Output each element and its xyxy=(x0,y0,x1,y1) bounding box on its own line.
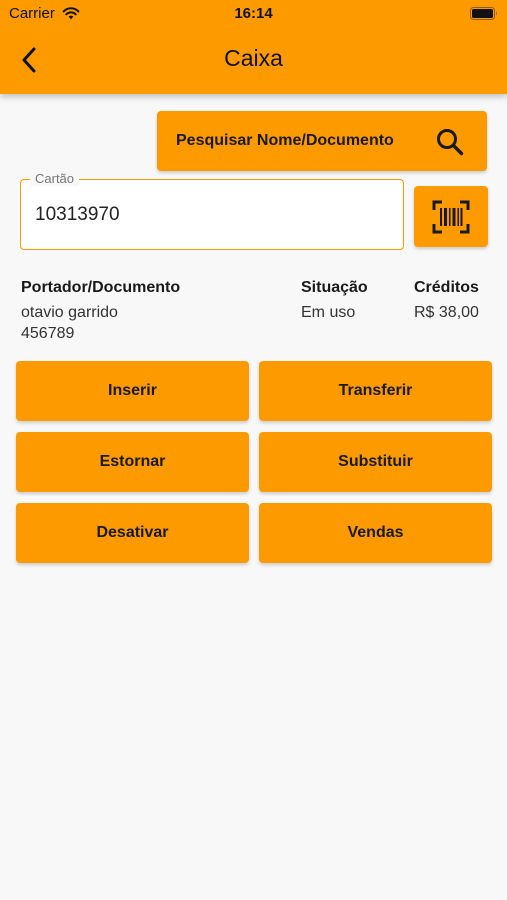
sales-button[interactable]: Vendas xyxy=(259,503,492,563)
status-heading: Situação xyxy=(301,279,368,296)
transfer-button[interactable]: Transferir xyxy=(259,361,492,421)
insert-button[interactable]: Inserir xyxy=(16,361,249,421)
battery-icon xyxy=(470,7,498,25)
holder-heading: Portador/Documento xyxy=(21,279,181,296)
holder-document: 456789 xyxy=(21,325,75,342)
deactivate-button[interactable]: Desativar xyxy=(16,503,249,563)
credits-heading: Créditos xyxy=(414,279,479,296)
page-title: Caixa xyxy=(224,45,283,71)
status-bar: Carrier 16:14 xyxy=(0,0,507,28)
credits-value: R$ 38,00 xyxy=(414,304,479,321)
screen: Carrier 16:14 Caixa Pesquisar Nome/Docum… xyxy=(0,0,507,900)
card-number-field[interactable]: Cartão xyxy=(20,171,404,250)
search-icon xyxy=(435,127,465,162)
holder-name: otavio garrido xyxy=(21,304,118,321)
card-number-input[interactable] xyxy=(35,202,385,228)
search-button-label: Pesquisar Nome/Documento xyxy=(176,132,394,149)
status-value: Em uso xyxy=(301,304,356,321)
replace-button[interactable]: Substituir xyxy=(259,432,492,492)
status-time: 16:14 xyxy=(234,5,273,22)
card-field-label: Cartão xyxy=(30,171,80,186)
barcode-scan-icon xyxy=(432,200,470,233)
app-header: Carrier 16:14 Caixa xyxy=(0,0,507,94)
search-name-document-button[interactable]: Pesquisar Nome/Documento xyxy=(157,111,487,171)
barcode-scan-button[interactable] xyxy=(414,186,488,247)
reverse-button[interactable]: Estornar xyxy=(16,432,249,492)
